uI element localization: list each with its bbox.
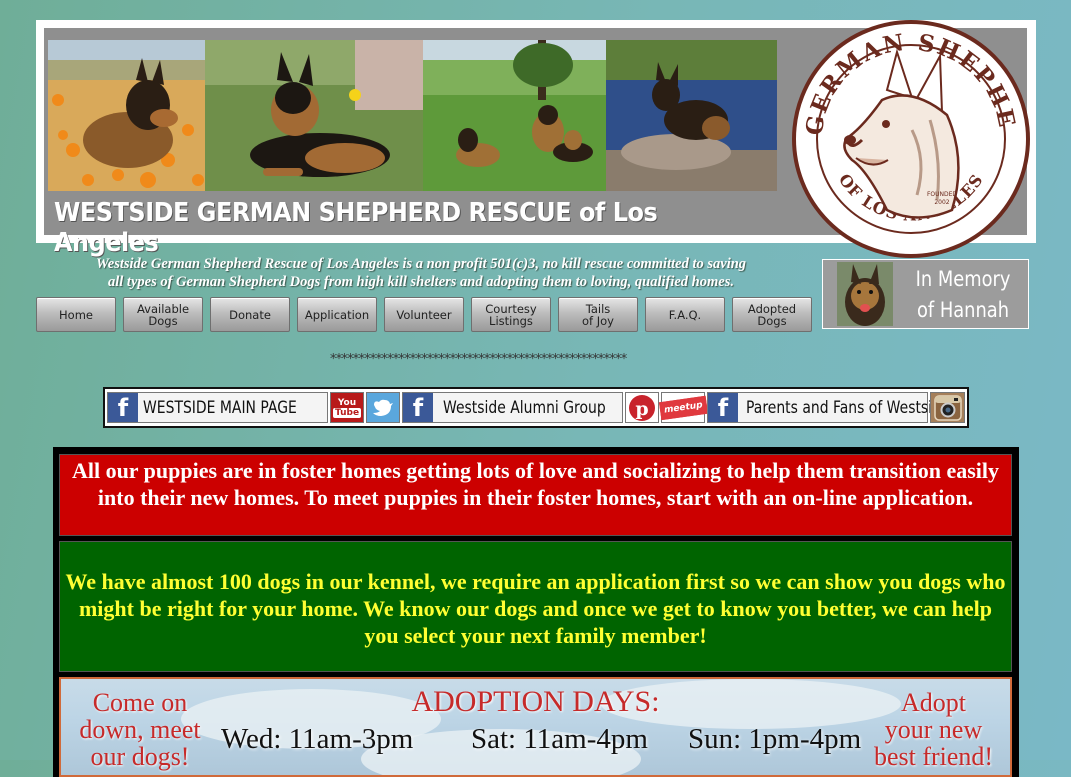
mission-line-2: all types of German Shepherd Dogs from h… xyxy=(108,274,734,290)
adoption-right-line-2: your new xyxy=(884,715,983,744)
kennel-application-notice: We have almost 100 dogs in our kennel, w… xyxy=(59,541,1012,672)
facebook-parents-fans-label: Parents and Fans of Westside xyxy=(746,397,950,418)
main-navigation: Home Available Dogs Donate Application V… xyxy=(36,297,816,332)
in-memory-line-1: In Memory xyxy=(915,267,1011,291)
nav-available-dogs-button[interactable]: Available Dogs xyxy=(123,297,203,332)
adoption-right-slogan: Adopt your new best friend! xyxy=(861,689,1006,770)
youtube-icon: You Tube xyxy=(332,397,362,418)
facebook-main-page-label: WESTSIDE MAIN PAGE xyxy=(143,397,297,418)
adoption-day-sunday: Sun: 1pm-4pm xyxy=(688,723,862,755)
nav-courtesy-listings-button[interactable]: Courtesy Listings xyxy=(471,297,551,332)
banner-photo-lake xyxy=(606,40,777,191)
adoption-right-line-3: best friend! xyxy=(873,742,994,771)
nav-donate-button[interactable]: Donate xyxy=(210,297,290,332)
twitter-bird-icon xyxy=(373,399,393,416)
nav-home-label: Home xyxy=(59,307,93,322)
pinterest-link[interactable]: p xyxy=(625,392,659,423)
nav-application-label: Application xyxy=(304,307,370,322)
notice-panel: All our puppies are in foster homes gett… xyxy=(53,447,1019,777)
facebook-icon: f xyxy=(403,393,433,422)
banner-photo-puppy xyxy=(205,40,423,191)
twitter-link[interactable] xyxy=(366,392,400,423)
facebook-alumni-group-link[interactable]: f Westside Alumni Group xyxy=(402,392,623,423)
adoption-day-saturday: Sat: 11am-4pm xyxy=(471,723,648,755)
adoption-day-wednesday: Wed: 11am-3pm xyxy=(221,723,414,755)
mission-line-1: Westside German Shepherd Rescue of Los A… xyxy=(95,256,747,272)
facebook-main-page-link[interactable]: f WESTSIDE MAIN PAGE xyxy=(107,392,328,423)
social-links-bar: f WESTSIDE MAIN PAGE You Tube f Westside… xyxy=(103,387,969,428)
in-memory-text: In Memory of Hannah xyxy=(910,264,1015,326)
facebook-icon: f xyxy=(708,393,738,422)
seal-founded-year: 2002 xyxy=(934,199,949,206)
in-memory-line-2: of Hannah xyxy=(916,298,1010,322)
nav-tails-of-joy-label: Tails of Joy xyxy=(582,301,614,328)
meetup-link[interactable]: meetup xyxy=(658,392,708,423)
rescue-seal-logo: WESTSIDE GERMAN SHEPHERD RESCUE OF LOS A… xyxy=(777,0,1030,258)
youtube-link[interactable]: You Tube xyxy=(330,392,364,423)
banner-photo-poppies xyxy=(48,40,205,191)
svg-text:p: p xyxy=(635,398,648,420)
nav-volunteer-button[interactable]: Volunteer xyxy=(384,297,464,332)
facebook-icon: f xyxy=(108,393,138,422)
nav-adopted-dogs-button[interactable]: Adopted Dogs xyxy=(732,297,812,332)
hannah-photo xyxy=(837,262,893,326)
nav-courtesy-listings-label: Courtesy Listings xyxy=(485,301,537,328)
header-banner: WESTSIDE GERMAN SHEPHERD RESCUE of Los A… xyxy=(36,0,1036,258)
instagram-camera-icon xyxy=(933,394,962,421)
mission-statement: Westside German Shepherd Rescue of Los A… xyxy=(40,255,802,291)
nav-faq-button[interactable]: F.A.Q. xyxy=(645,297,725,332)
nav-home-button[interactable]: Home xyxy=(36,297,116,332)
instagram-link[interactable] xyxy=(930,392,965,423)
pinterest-icon: p xyxy=(629,394,655,421)
nav-adopted-dogs-label: Adopted Dogs xyxy=(747,301,797,328)
adoption-right-line-1: Adopt xyxy=(901,688,966,717)
facebook-alumni-group-label: Westside Alumni Group xyxy=(443,397,606,418)
nav-donate-label: Donate xyxy=(229,307,271,322)
banner-photo-park xyxy=(423,40,606,191)
nav-tails-of-joy-button[interactable]: Tails of Joy xyxy=(558,297,638,332)
banner-panel: WESTSIDE GERMAN SHEPHERD RESCUE of Los A… xyxy=(44,0,1030,258)
meetup-icon: meetup xyxy=(658,395,708,420)
youtube-text-top: You xyxy=(337,397,357,408)
nav-volunteer-label: Volunteer xyxy=(396,307,452,322)
facebook-parents-fans-link[interactable]: f Parents and Fans of Westside xyxy=(707,392,949,423)
adoption-days-banner: Come on down, meet our dogs! ADOPTION DA… xyxy=(59,677,1012,777)
nav-available-dogs-label: Available Dogs xyxy=(136,301,190,328)
star-divider: ****************************************… xyxy=(330,352,627,367)
banner-title: WESTSIDE GERMAN SHEPHERD RESCUE of Los A… xyxy=(54,198,658,258)
nav-application-button[interactable]: Application xyxy=(297,297,377,332)
puppies-foster-notice: All our puppies are in foster homes gett… xyxy=(59,454,1012,536)
seal-founded-label: FOUNDED xyxy=(927,191,957,198)
nav-faq-label: F.A.Q. xyxy=(668,307,702,322)
youtube-text-bottom: Tube xyxy=(332,407,362,418)
in-memory-of-hannah-link[interactable]: In Memory of Hannah xyxy=(822,259,1029,329)
adoption-left-line-2: down, meet xyxy=(79,715,201,744)
adoption-left-line-3: our dogs! xyxy=(90,742,190,771)
